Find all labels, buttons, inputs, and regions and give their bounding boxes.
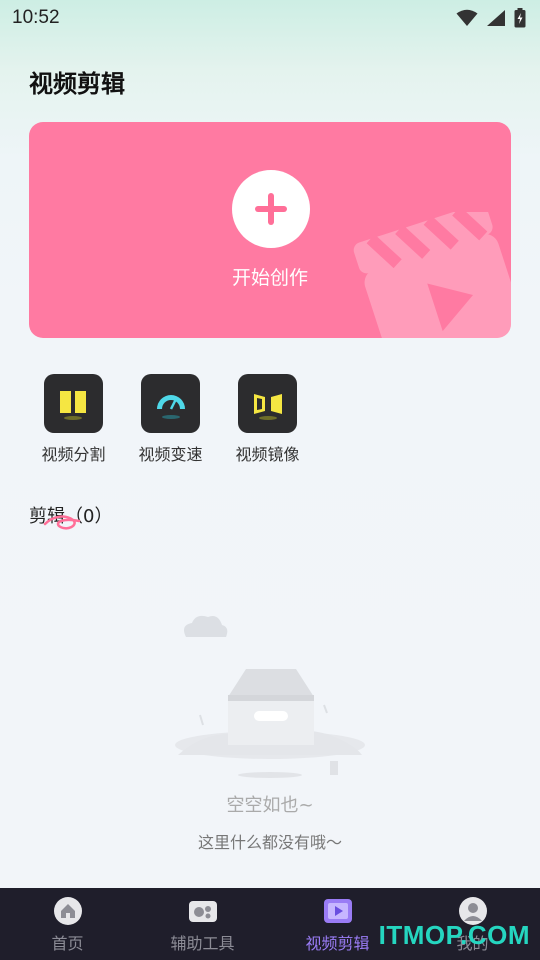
empty-state-subtitle: 这里什么都没有哦～	[197, 833, 342, 852]
section-title: 剪辑（0）	[29, 502, 112, 530]
status-icons	[456, 8, 526, 28]
tool-video-split[interactable]: 视频分割	[40, 374, 107, 465]
start-creating-label: 开始创作	[231, 267, 308, 289]
add-button[interactable]	[232, 170, 310, 248]
tool-row: 视频分割 视频变速 视频镜像	[40, 374, 301, 465]
empty-box-illustration	[175, 615, 365, 778]
mirror-icon	[238, 374, 297, 433]
video-edit-icon	[323, 896, 353, 926]
status-bar: 10:52	[0, 0, 540, 36]
page-title: 视频剪辑	[29, 70, 125, 98]
nav-label: 视频剪辑	[305, 934, 370, 953]
signal-icon	[487, 10, 505, 26]
tool-label: 视频变速	[138, 445, 203, 464]
tool-label: 视频镜像	[235, 445, 300, 464]
tool-video-speed[interactable]: 视频变速	[137, 374, 204, 465]
empty-state-title: 空空如也~	[226, 795, 314, 816]
wifi-icon	[456, 9, 478, 26]
speedometer-icon	[141, 374, 200, 433]
status-time: 10:52	[12, 7, 60, 28]
battery-icon	[514, 8, 526, 28]
split-icon	[44, 374, 103, 433]
nav-home[interactable]: 首页	[0, 888, 135, 960]
nav-tools[interactable]: 辅助工具	[135, 888, 270, 960]
home-icon	[53, 896, 83, 926]
tool-video-mirror[interactable]: 视频镜像	[234, 374, 301, 465]
plus-icon	[255, 193, 287, 225]
nav-label: 辅助工具	[170, 934, 235, 953]
nav-label: 首页	[51, 934, 84, 953]
tools-icon	[188, 896, 218, 926]
underline-scribble-icon	[43, 515, 81, 530]
watermark-logo: ITMOP.COM	[378, 920, 530, 950]
tool-label: 视频分割	[41, 445, 106, 464]
start-creating-card[interactable]: 开始创作	[29, 122, 511, 338]
